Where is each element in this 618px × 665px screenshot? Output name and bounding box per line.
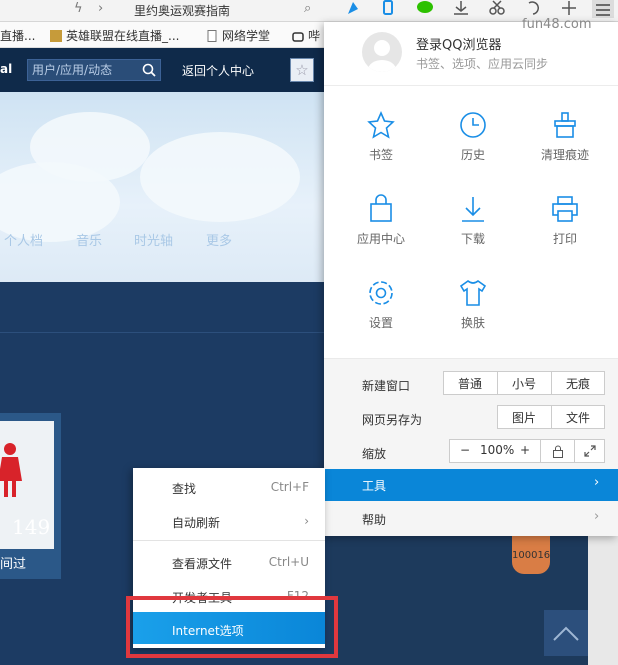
bookmark-item[interactable]: 英雄联盟在线直播_... <box>50 27 179 44</box>
clear-traces-button[interactable]: 清理痕迹 <box>520 110 610 180</box>
divider <box>133 540 325 541</box>
app-center-button[interactable]: 应用中心 <box>336 194 426 264</box>
tab-profile[interactable]: 个人档 <box>4 230 43 249</box>
star-icon <box>367 111 395 139</box>
printer-icon <box>552 196 578 222</box>
tab-music[interactable]: 音乐 <box>76 230 102 249</box>
profile-banner <box>0 92 330 282</box>
app-card[interactable]: 149 间过 <box>0 413 61 579</box>
shirt-icon <box>459 279 487 306</box>
fullscreen-icon[interactable] <box>584 445 596 457</box>
lol-icon <box>50 30 62 42</box>
site-logo: al <box>0 62 13 76</box>
download-icon[interactable] <box>452 0 470 16</box>
shortcut-label: Ctrl+F <box>270 480 309 494</box>
tab-more[interactable]: 更多 <box>206 230 232 249</box>
browser-main-menu: 登录QQ浏览器 书签、选项、应用云同步 书签 历史 清理痕迹 应用中心 下载 打… <box>324 22 618 536</box>
separator <box>574 440 575 462</box>
new-window-label: 新建窗口 <box>362 379 411 393</box>
view-source-menu-item[interactable]: 查看源文件 Ctrl+U <box>133 545 325 577</box>
bookmark-item[interactable]: 网络学堂 <box>206 27 270 44</box>
user-icon <box>368 40 396 72</box>
restroom-figure-icon <box>0 443 22 497</box>
gear-icon <box>369 281 393 305</box>
shortcut-label: Ctrl+U <box>268 555 309 569</box>
new-window-options: 普通 小号 无痕 <box>443 371 605 395</box>
page-icon <box>207 30 217 42</box>
undo-icon[interactable] <box>525 0 543 16</box>
login-subtitle: 书签、选项、应用云同步 <box>416 57 549 71</box>
wechat-icon[interactable] <box>416 0 434 16</box>
new-window-incognito[interactable]: 无痕 <box>566 375 590 392</box>
chevron-right-icon: › <box>594 509 600 524</box>
login-title[interactable]: 登录QQ浏览器 <box>416 34 501 53</box>
favorite-star-icon[interactable]: ☆ <box>290 58 314 82</box>
change-skin-button[interactable]: 换肤 <box>428 278 518 348</box>
help-menu-item[interactable]: 帮助 › <box>324 503 618 535</box>
bag-icon <box>370 194 392 222</box>
zoom-label: 缩放 <box>362 447 387 461</box>
search-icon[interactable] <box>142 63 156 77</box>
separator <box>540 440 541 462</box>
back-to-top-button[interactable] <box>544 610 588 656</box>
chevron-right-icon: › <box>594 475 600 490</box>
download-button[interactable]: 下载 <box>428 194 518 264</box>
annotation-highlight-box <box>126 596 338 658</box>
save-as-file[interactable]: 文件 <box>566 409 590 426</box>
card-caption: 间过 <box>0 557 27 572</box>
separator <box>551 406 552 428</box>
back-to-profile-link[interactable]: 返回个人中心 <box>182 62 254 79</box>
zoom-out-button[interactable]: − <box>460 443 470 457</box>
avatar[interactable] <box>362 32 402 72</box>
chevron-right-icon: › <box>304 514 309 528</box>
new-window-normal[interactable]: 普通 <box>458 375 482 392</box>
search-icon[interactable]: ⌕ <box>304 1 311 16</box>
site-header: al 返回个人中心 ☆ <box>0 48 330 92</box>
chevron-right-icon[interactable]: › <box>98 1 103 16</box>
settings-button[interactable]: 设置 <box>336 278 426 348</box>
zoom-controls: − 100% + <box>449 439 605 463</box>
separator <box>497 372 498 394</box>
zoom-in-button[interactable]: + <box>520 443 530 457</box>
separator <box>551 372 552 394</box>
watermark: fun48.com <box>522 17 592 32</box>
bilibili-icon <box>292 32 304 42</box>
menu-icon[interactable] <box>592 0 614 18</box>
chevron-up-icon <box>553 626 579 641</box>
tools-menu-item[interactable]: 工具 › <box>324 469 618 501</box>
search-input[interactable] <box>28 60 136 80</box>
tab-timeline[interactable]: 时光轴 <box>134 230 173 249</box>
save-as-label: 网页另存为 <box>362 413 423 427</box>
bookmark-item[interactable]: 直播... <box>0 27 35 44</box>
lightning-icon: ϟ <box>74 1 83 16</box>
search-box <box>27 59 161 81</box>
bookmarks-button[interactable]: 书签 <box>336 110 426 180</box>
save-as-image[interactable]: 图片 <box>512 409 536 426</box>
tab-title[interactable]: 里约奥运观赛指南 <box>134 2 230 19</box>
plus-icon[interactable] <box>560 0 578 16</box>
save-as-options: 图片 文件 <box>497 405 605 429</box>
download-icon <box>462 197 484 222</box>
broom-icon <box>554 112 576 138</box>
qq-browser-icon[interactable] <box>345 0 361 16</box>
divider <box>0 332 330 333</box>
find-menu-item[interactable]: 查找 Ctrl+F <box>133 470 325 502</box>
history-button[interactable]: 历史 <box>428 110 518 180</box>
bookmark-item[interactable]: 哔 <box>292 27 320 44</box>
print-button[interactable]: 打印 <box>520 194 610 264</box>
phone-icon[interactable] <box>381 0 395 16</box>
clock-icon <box>460 112 486 138</box>
score-badge[interactable]: 100016 <box>512 536 550 574</box>
card-number: 149 <box>12 515 51 539</box>
scissors-icon[interactable] <box>488 0 506 16</box>
zoom-value: 100% <box>480 443 515 457</box>
auto-refresh-menu-item[interactable]: 自动刷新 › <box>133 504 325 536</box>
new-window-small[interactable]: 小号 <box>512 375 536 392</box>
lock-icon[interactable] <box>552 445 564 458</box>
menu-options-section: 新建窗口 普通 小号 无痕 网页另存为 图片 文件 缩放 − 100% + 工具 <box>324 358 618 536</box>
